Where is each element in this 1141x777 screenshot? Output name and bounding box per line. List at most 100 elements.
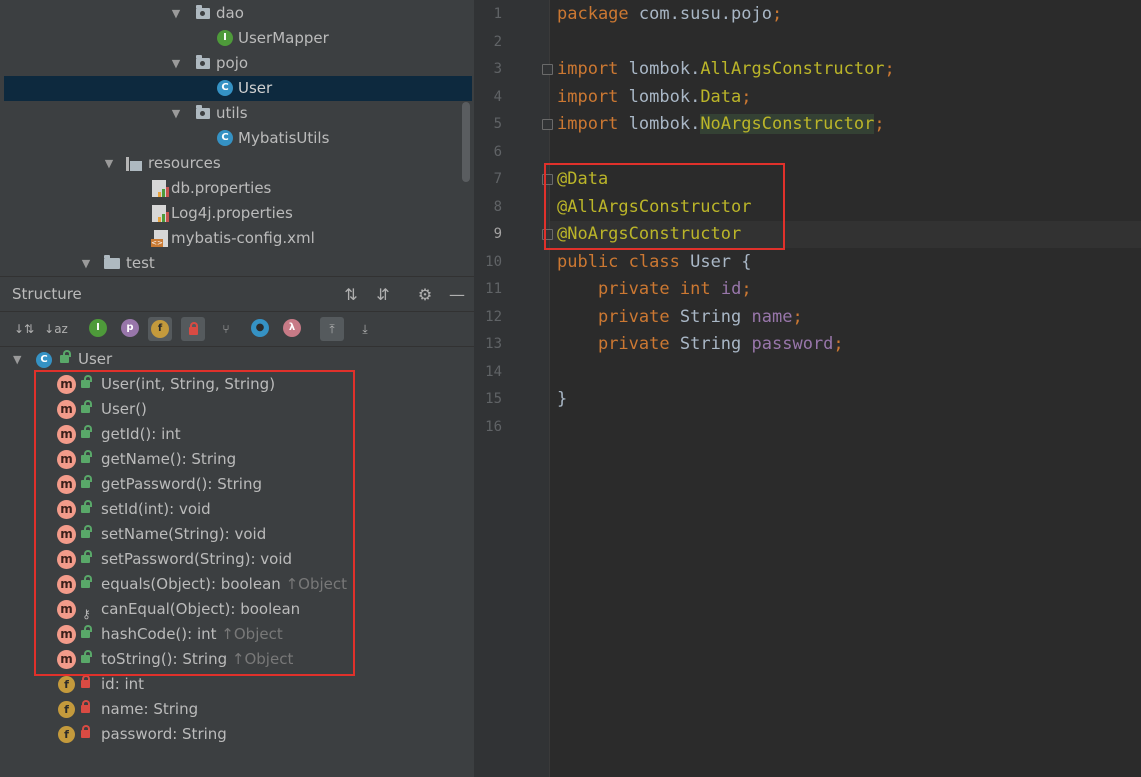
field-name: id <box>720 279 742 299</box>
collapse-all-icon[interactable]: ⇵ <box>372 277 394 312</box>
semicolon: ; <box>741 87 752 107</box>
folder-icon <box>104 255 120 269</box>
properties-file-icon <box>152 180 169 197</box>
tree-item-log4j-properties[interactable]: Log4j.properties <box>4 201 472 226</box>
tree-item-label: User <box>238 79 273 97</box>
fold-marker-icon[interactable] <box>542 64 553 75</box>
code-line-11: private int id; <box>557 276 752 303</box>
tree-item-label: pojo <box>216 54 249 72</box>
code-editor[interactable]: 1 2 3 4 5 6 7 8 9 10 11 12 13 14 15 16 p… <box>474 0 1141 777</box>
show-non-public-toggle[interactable] <box>181 317 205 341</box>
class-ref: NoArgsConstructor <box>700 114 875 134</box>
code-line-1: package com.susu.pojo; <box>557 1 782 28</box>
line-number-gutter: 1 2 3 4 5 6 7 8 9 10 11 12 13 14 15 16 <box>474 0 553 777</box>
package-icon <box>196 105 210 119</box>
structure-root-user[interactable]: ▼ C User <box>0 347 474 372</box>
tree-item-pojo[interactable]: ▼ pojo <box>4 51 472 76</box>
show-implemented-icon[interactable]: ● <box>251 319 269 337</box>
line-number: 3 <box>493 61 502 77</box>
tree-item-utils[interactable]: ▼ utils <box>4 101 472 126</box>
keyword: package <box>557 4 629 24</box>
chevron-down-icon[interactable]: ▼ <box>169 1 183 26</box>
code-line-15: } <box>557 386 567 413</box>
properties-file-icon <box>152 205 169 222</box>
chevron-down-icon[interactable]: ▼ <box>79 251 93 276</box>
package-name: com.susu.pojo <box>628 4 772 24</box>
keyword: class <box>628 252 680 272</box>
import-path: lombok. <box>618 114 701 134</box>
code-line-5: import lombok.NoArgsConstructor; <box>557 111 885 138</box>
structure-member-field[interactable]: f password: String <box>0 722 474 747</box>
semicolon: ; <box>741 279 752 299</box>
private-lock-icon <box>81 700 90 713</box>
keyword: import <box>557 87 619 107</box>
show-properties-icon[interactable]: p <box>121 319 139 337</box>
field-icon: f <box>58 701 75 718</box>
line-number: 14 <box>485 364 502 380</box>
keyword: import <box>557 114 619 134</box>
line-number: 10 <box>485 254 502 270</box>
class-icon: C <box>36 352 52 368</box>
tree-item-resources[interactable]: ▼ resources <box>4 151 472 176</box>
autoscroll-from-source-icon[interactable]: ⤓ <box>353 317 377 341</box>
code-line-10: public class User { <box>557 249 752 276</box>
fold-marker-icon[interactable] <box>542 119 553 130</box>
annotations-highlight-box <box>544 163 785 250</box>
class-icon: C <box>217 130 233 146</box>
code-line-3: import lombok.AllArgsConstructor; <box>557 56 895 83</box>
tree-item-db-properties[interactable]: db.properties <box>4 176 472 201</box>
field-name: password <box>751 334 834 354</box>
package-icon <box>196 5 210 19</box>
field-name: name <box>751 307 793 327</box>
line-number: 5 <box>493 116 502 132</box>
semicolon: ; <box>771 4 783 24</box>
lock-icon <box>189 322 198 335</box>
show-fields-toggle[interactable]: f <box>148 317 172 341</box>
code-line-12: private String name; <box>557 304 803 331</box>
class-ref: AllArgsConstructor <box>700 59 885 79</box>
chevron-down-icon[interactable]: ▼ <box>102 151 116 176</box>
tree-item-label: test <box>126 254 155 272</box>
line-number: 13 <box>485 336 502 352</box>
semicolon: ; <box>884 59 895 79</box>
keyword: private <box>597 279 670 299</box>
type-name: String <box>679 307 742 327</box>
class-icon: C <box>217 80 233 96</box>
chevron-down-icon[interactable]: ▼ <box>169 101 183 126</box>
autoscroll-to-source-toggle[interactable]: ⤒ <box>320 317 344 341</box>
private-lock-icon <box>81 725 90 738</box>
chevron-down-icon[interactable]: ▼ <box>13 347 21 372</box>
line-number: 8 <box>493 199 502 215</box>
sort-by-visibility-icon[interactable]: ↓⇅ <box>12 317 36 341</box>
project-tree: ▼ dao I UserMapper ▼ pojo C User ▼ utils… <box>0 0 474 275</box>
tree-item-mybatisutils[interactable]: C MybatisUtils <box>4 126 472 151</box>
line-number: 6 <box>493 144 502 160</box>
expand-all-icon[interactable]: ⇅ <box>340 277 362 312</box>
line-number: 4 <box>493 89 502 105</box>
semicolon: ; <box>874 114 885 134</box>
show-lambdas-icon[interactable]: λ <box>283 319 301 337</box>
tree-item-user[interactable]: C User <box>4 76 472 101</box>
keyword: private <box>597 307 670 327</box>
structure-member-field[interactable]: f name: String <box>0 697 474 722</box>
line-number: 9 <box>493 226 502 242</box>
line-number: 16 <box>485 419 502 435</box>
anonymous-classes-icon[interactable]: ⑂ <box>214 317 238 341</box>
show-inherited-icon[interactable]: I <box>89 319 107 337</box>
class-ref: Data <box>700 87 742 107</box>
line-number: 2 <box>493 34 502 50</box>
tree-item-usermapper[interactable]: I UserMapper <box>4 26 472 51</box>
keyword: private <box>597 334 670 354</box>
gear-icon[interactable]: ⚙ <box>414 277 436 312</box>
left-panel: ▼ dao I UserMapper ▼ pojo C User ▼ utils… <box>0 0 474 777</box>
tree-item-dao[interactable]: ▼ dao <box>4 1 472 26</box>
sort-alphabetically-icon[interactable]: ↓az <box>44 317 68 341</box>
code-line-13: private String password; <box>557 331 844 358</box>
chevron-down-icon[interactable]: ▼ <box>169 51 183 76</box>
tree-item-label: db.properties <box>171 179 272 197</box>
tree-item-mybatis-config[interactable]: <> mybatis-config.xml <box>4 226 472 251</box>
minimize-icon[interactable]: — <box>446 277 468 312</box>
structure-header: Structure ⇅ ⇵ ⚙ — <box>0 276 474 312</box>
tree-item-test[interactable]: ▼ test <box>4 251 472 276</box>
tree-scrollbar[interactable] <box>462 102 470 182</box>
